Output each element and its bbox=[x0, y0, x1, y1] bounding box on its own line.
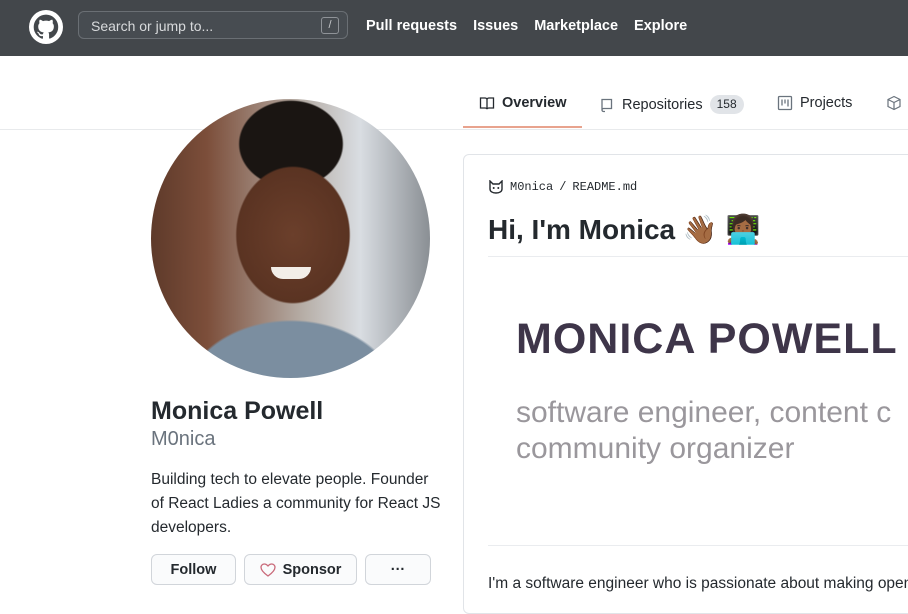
heading-divider bbox=[488, 256, 908, 257]
tab-repositories[interactable]: Repositories 158 bbox=[599, 95, 744, 114]
profile-tabs: Overview Repositories 158 Projects bbox=[0, 57, 908, 130]
search-shortcut-key: / bbox=[321, 17, 339, 34]
github-logo-icon[interactable] bbox=[29, 10, 63, 44]
nav-pull-requests[interactable]: Pull requests bbox=[366, 18, 457, 34]
more-options-label: ··· bbox=[390, 561, 406, 578]
repositories-count-badge: 158 bbox=[709, 95, 744, 114]
more-options-button[interactable]: ··· bbox=[365, 554, 431, 585]
avatar[interactable] bbox=[151, 99, 430, 378]
nav-explore[interactable]: Explore bbox=[634, 18, 687, 34]
follow-label: Follow bbox=[170, 561, 217, 578]
tab-packages[interactable] bbox=[886, 95, 902, 111]
banner-title: MONICA POWELL bbox=[516, 315, 898, 363]
path-separator: / bbox=[559, 180, 567, 194]
profile-bio: Building tech to elevate people. Founder… bbox=[151, 471, 441, 536]
search-placeholder: Search or jump to... bbox=[91, 18, 214, 34]
readme-heading: Hi, I'm Monica 👋🏾 👩🏾‍💻 bbox=[488, 214, 761, 245]
banner-divider bbox=[488, 545, 908, 546]
sponsor-button[interactable]: Sponsor bbox=[244, 554, 357, 585]
readme-owner-link[interactable]: M0nica bbox=[510, 180, 553, 194]
profile-username: M0nica bbox=[151, 428, 216, 450]
banner-tagline-line-1: software engineer, content c bbox=[516, 396, 892, 429]
active-tab-underline bbox=[463, 126, 582, 128]
follow-button[interactable]: Follow bbox=[151, 554, 236, 585]
readme-file-link[interactable]: README.md bbox=[572, 180, 637, 194]
repo-icon bbox=[601, 98, 613, 112]
readme-path: M0nica / README.md bbox=[488, 180, 637, 194]
banner-tagline: software engineer, content c community o… bbox=[516, 395, 908, 467]
tab-label: Repositories bbox=[622, 96, 703, 113]
book-icon bbox=[479, 97, 495, 110]
global-header: Search or jump to... / Pull requests Iss… bbox=[0, 0, 908, 56]
sponsor-label: Sponsor bbox=[282, 561, 342, 578]
nav-issues[interactable]: Issues bbox=[473, 18, 518, 34]
readme-paragraph: I'm a software engineer who is passionat… bbox=[488, 575, 908, 592]
heart-icon bbox=[259, 562, 276, 577]
tab-overview[interactable]: Overview bbox=[479, 95, 567, 111]
package-icon bbox=[887, 95, 901, 111]
profile-full-name: Monica Powell bbox=[151, 397, 324, 425]
nav-marketplace[interactable]: Marketplace bbox=[534, 18, 618, 34]
global-nav: Pull requests Issues Marketplace Explore bbox=[366, 18, 687, 34]
smiley-cat-icon bbox=[489, 180, 503, 194]
tab-label: Overview bbox=[502, 95, 567, 111]
avatar-smile bbox=[271, 267, 311, 279]
search-input[interactable]: Search or jump to... / bbox=[78, 11, 348, 39]
banner-tagline-line-2: community organizer bbox=[516, 432, 795, 465]
profile-readme: M0nica / README.md Hi, I'm Monica 👋🏾 👩🏾‍… bbox=[463, 154, 908, 614]
project-icon bbox=[777, 95, 793, 111]
tab-label: Projects bbox=[800, 95, 853, 111]
tab-projects[interactable]: Projects bbox=[777, 95, 852, 111]
